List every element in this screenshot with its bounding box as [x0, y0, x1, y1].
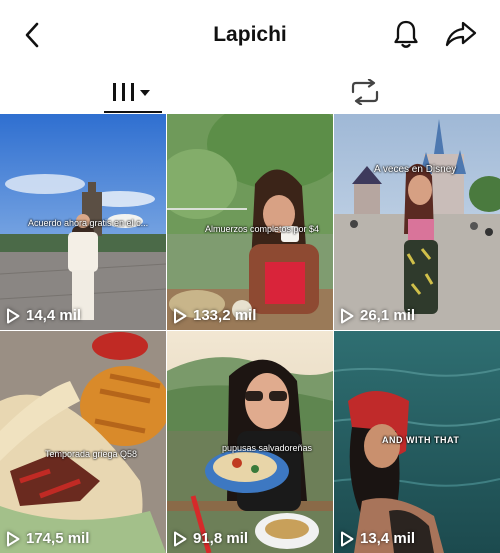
view-count: 91,8 mil [173, 530, 248, 547]
play-icon [341, 531, 354, 546]
view-count-label: 91,8 mil [193, 530, 249, 547]
video-thumbnail[interactable]: Almuerzos completos por $4 133,2 mil [167, 114, 333, 330]
view-count-label: 174,5 mil [26, 530, 90, 547]
view-count-label: 26,1 mil [360, 307, 416, 324]
play-icon [341, 308, 354, 323]
share-button[interactable] [444, 18, 478, 50]
view-count: 174,5 mil [6, 530, 89, 547]
repost-icon [351, 79, 379, 105]
view-count-label: 133,2 mil [193, 307, 257, 324]
video-caption: AND WITH THAT [382, 435, 460, 445]
video-caption: pupusas salvadoreñas [222, 443, 313, 453]
profile-tabs [0, 70, 500, 114]
thumbnail-image [167, 114, 333, 330]
play-icon [7, 308, 20, 323]
video-grid: Acuerdo ahora gratis en el c... 14,4 mil… [0, 114, 500, 553]
video-thumbnail[interactable]: A veces en Disney 26,1 mil [334, 114, 500, 330]
tab-videos[interactable] [100, 70, 166, 114]
share-arrow-icon [445, 21, 477, 47]
thumbnail-image [167, 331, 333, 553]
bell-icon [394, 20, 418, 48]
view-count-label: 13,4 mil [360, 530, 416, 547]
active-tab-indicator [104, 111, 162, 113]
play-icon [7, 531, 20, 546]
page-title: Lapichi [213, 23, 287, 46]
video-thumbnail[interactable]: AND WITH THAT 13,4 mil [334, 331, 500, 553]
play-icon [174, 308, 187, 323]
video-caption: Temporada griega Q58 [45, 449, 138, 459]
view-count: 133,2 mil [173, 307, 256, 324]
thumbnail-image [0, 331, 166, 553]
video-thumbnail[interactable]: Acuerdo ahora gratis en el c... 14,4 mil [0, 114, 166, 330]
video-caption: Acuerdo ahora gratis en el c... [28, 218, 149, 228]
notifications-button[interactable] [390, 18, 422, 50]
view-count-label: 14,4 mil [26, 307, 82, 324]
view-count: 26,1 mil [340, 307, 415, 324]
video-thumbnail[interactable]: Temporada griega Q58 174,5 mil [0, 331, 166, 553]
view-count: 13,4 mil [340, 530, 415, 547]
profile-header: Lapichi [0, 0, 500, 70]
thumbnail-image [334, 114, 500, 330]
video-thumbnail[interactable]: pupusas salvadoreñas 91,8 mil [167, 331, 333, 553]
video-caption: Almuerzos completos por $4 [205, 224, 320, 234]
view-count: 14,4 mil [6, 307, 81, 324]
video-caption: A veces en Disney [374, 164, 457, 175]
tab-reposts[interactable] [340, 70, 390, 114]
grid-bars-icon [113, 83, 150, 101]
play-icon [174, 531, 187, 546]
